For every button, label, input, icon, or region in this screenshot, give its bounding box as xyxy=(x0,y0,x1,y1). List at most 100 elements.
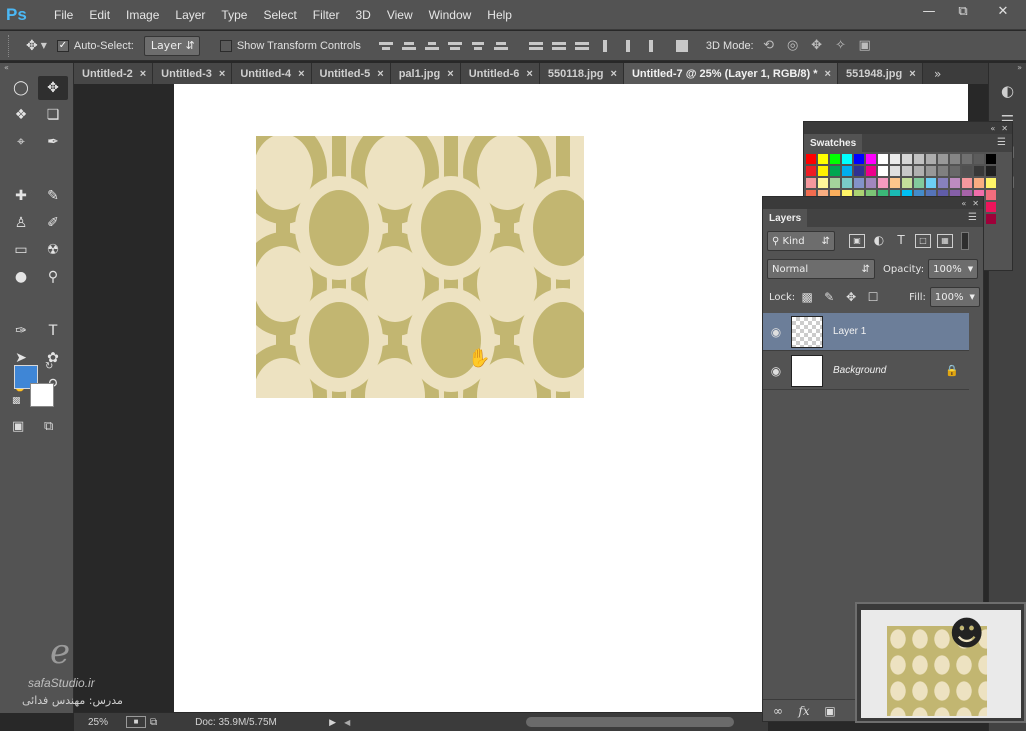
collapse-icon[interactable]: « xyxy=(990,124,995,133)
fill-input[interactable]: 100% ▼ xyxy=(929,287,980,307)
color-swatch[interactable] xyxy=(913,177,925,189)
quick-selection-icon[interactable]: ❏ xyxy=(38,103,68,127)
screen-mode-icon[interactable]: ⧉ xyxy=(44,419,53,434)
auto-align-icon[interactable] xyxy=(673,38,691,54)
type-icon[interactable]: T xyxy=(38,319,68,343)
tab-550118[interactable]: 550118.jpg × xyxy=(539,63,624,84)
color-swatch[interactable] xyxy=(901,153,913,165)
tab-untitled-5[interactable]: Untitled-5 × xyxy=(311,63,391,84)
filter-toggle-switch[interactable] xyxy=(961,232,969,250)
share-icon[interactable]: ⧉ xyxy=(150,717,157,728)
3d-rotate-icon[interactable]: ⟲ xyxy=(760,38,778,54)
add-mask-icon[interactable]: ▣ xyxy=(819,704,841,718)
tab-pal1[interactable]: pal1.jpg × xyxy=(390,63,461,84)
color-swatch[interactable] xyxy=(973,177,985,189)
toolbar-collapse-icon[interactable]: « xyxy=(0,63,73,73)
color-swatch[interactable] xyxy=(961,177,973,189)
eye-icon[interactable]: ◉ xyxy=(763,364,789,378)
menu-type[interactable]: Type xyxy=(213,8,255,22)
tab-close-icon[interactable]: × xyxy=(909,68,915,80)
color-swatch[interactable] xyxy=(901,177,913,189)
close-icon[interactable]: ✕ xyxy=(1001,124,1008,133)
panel-menu-icon[interactable]: ☰ xyxy=(968,209,983,227)
distribute-hcenter-icon[interactable] xyxy=(619,38,637,54)
menu-image[interactable]: Image xyxy=(118,8,167,22)
status-menu-icon[interactable]: ▶ xyxy=(329,717,336,728)
tab-551948[interactable]: 551948.jpg × xyxy=(837,63,923,84)
align-hcenter-icon[interactable] xyxy=(469,38,487,54)
kind-filter-dropdown[interactable]: ⚲ Kind ⇵ xyxy=(767,231,835,251)
color-swatch[interactable] xyxy=(817,177,829,189)
color-swatch[interactable] xyxy=(877,165,889,177)
menu-layer[interactable]: Layer xyxy=(167,8,213,22)
color-swatch[interactable] xyxy=(961,165,973,177)
quick-mask-icon[interactable]: ▣ xyxy=(12,419,24,434)
zoom-level[interactable]: 25% xyxy=(74,717,124,728)
menu-select[interactable]: Select xyxy=(255,8,304,22)
color-swatch[interactable] xyxy=(937,165,949,177)
color-swatch[interactable] xyxy=(877,153,889,165)
move-tool-preset-icon[interactable]: ✥ xyxy=(26,38,38,54)
color-swatch[interactable] xyxy=(985,213,997,225)
align-right-icon[interactable] xyxy=(492,38,510,54)
color-swatch[interactable] xyxy=(817,165,829,177)
default-colors-icon[interactable]: ▩ xyxy=(12,396,21,406)
color-swatch[interactable] xyxy=(865,153,877,165)
blur-icon[interactable]: ● xyxy=(6,265,36,289)
color-swatch[interactable] xyxy=(973,153,985,165)
layer-row-background[interactable]: ◉ Background 🔒 xyxy=(763,352,969,390)
align-left-icon[interactable] xyxy=(446,38,464,54)
color-swatch[interactable] xyxy=(805,177,817,189)
menu-edit[interactable]: Edit xyxy=(81,8,118,22)
color-swatch[interactable] xyxy=(805,165,817,177)
color-swatch[interactable] xyxy=(889,153,901,165)
eye-icon[interactable]: ◉ xyxy=(763,325,789,339)
tab-close-icon[interactable]: × xyxy=(611,68,617,80)
color-swatch[interactable] xyxy=(829,177,841,189)
pen-icon[interactable]: ✑ xyxy=(6,319,36,343)
3d-camera-icon[interactable]: ▣ xyxy=(856,38,874,54)
distribute-vcenter-icon[interactable] xyxy=(550,38,568,54)
color-swatch[interactable] xyxy=(985,177,997,189)
status-info-icon[interactable]: ■ xyxy=(126,716,146,728)
color-swatch[interactable] xyxy=(805,153,817,165)
color-swatch[interactable] xyxy=(985,153,997,165)
color-swatch[interactable] xyxy=(925,153,937,165)
layer-row-layer-1[interactable]: ◉ Layer 1 xyxy=(763,313,969,351)
lock-image-icon[interactable]: ✎ xyxy=(821,290,837,304)
color-swatch[interactable] xyxy=(865,165,877,177)
menu-help[interactable]: Help xyxy=(479,8,520,22)
type-filter-icon[interactable]: T xyxy=(893,234,909,248)
color-swatch[interactable] xyxy=(877,177,889,189)
more-tabs-icon[interactable]: » xyxy=(923,63,953,84)
elliptical-marquee-icon[interactable]: ◯ xyxy=(6,76,36,100)
color-swatch[interactable] xyxy=(973,165,985,177)
shape-filter-icon[interactable]: □ xyxy=(915,234,931,248)
auto-select-checkbox[interactable]: ✓ xyxy=(56,39,69,52)
color-swatch[interactable] xyxy=(853,177,865,189)
color-swatch[interactable] xyxy=(865,177,877,189)
menu-window[interactable]: Window xyxy=(421,8,480,22)
close-icon[interactable]: ✕ xyxy=(972,199,979,208)
tab-untitled-7[interactable]: Untitled-7 @ 25% (Layer 1, RGB/8) * × xyxy=(623,63,838,84)
tab-close-icon[interactable]: × xyxy=(298,68,304,80)
background-color-swatch[interactable] xyxy=(30,383,54,407)
color-swatch[interactable] xyxy=(985,201,997,213)
distribute-top-icon[interactable] xyxy=(527,38,545,54)
scroll-left-icon[interactable]: ◀ xyxy=(344,718,350,727)
color-swatch[interactable] xyxy=(985,165,997,177)
eraser-icon[interactable]: ▭ xyxy=(6,238,36,262)
tab-untitled-2[interactable]: Untitled-2 × xyxy=(74,63,154,84)
menu-filter[interactable]: Filter xyxy=(305,8,348,22)
3d-roll-icon[interactable]: ◎ xyxy=(784,38,802,54)
minimize-icon[interactable]: — xyxy=(912,0,946,22)
distribute-left-icon[interactable] xyxy=(596,38,614,54)
color-swatch[interactable] xyxy=(961,153,973,165)
color-swatch[interactable] xyxy=(925,177,937,189)
clone-stamp-icon[interactable]: ♙ xyxy=(6,211,36,235)
lock-transparent-icon[interactable]: ▩ xyxy=(799,290,815,304)
panel-menu-icon[interactable]: ☰ xyxy=(997,134,1012,152)
smart-object-filter-icon[interactable]: ▦ xyxy=(937,234,953,248)
options-grip[interactable] xyxy=(8,34,14,57)
paint-bucket-icon[interactable]: ☢ xyxy=(38,238,68,262)
